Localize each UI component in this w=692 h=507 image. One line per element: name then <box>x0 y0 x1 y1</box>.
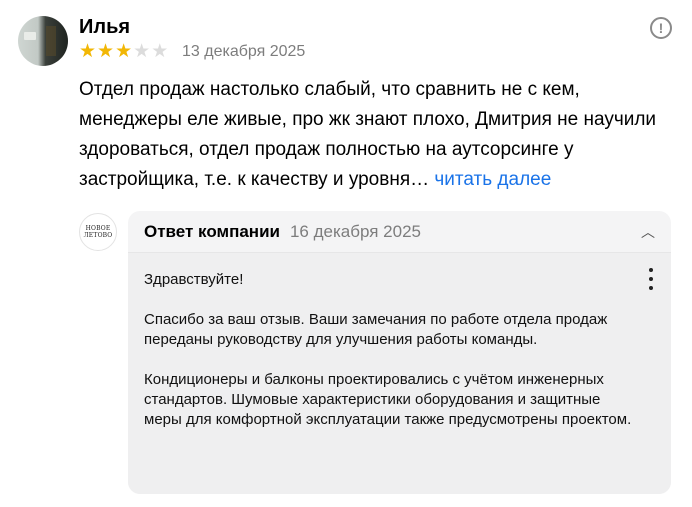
review-date: 13 декабря 2025 <box>182 43 306 60</box>
star-icon: ★ <box>133 41 151 62</box>
reply-paragraph: Спасибо за ваш отзыв. Ваши замечания по … <box>144 311 608 348</box>
author-avatar[interactable] <box>18 16 68 66</box>
star-icon: ★ <box>115 41 133 62</box>
company-reply: Ответ компании 16 декабря 2025 ︿ Здравст… <box>128 211 671 494</box>
chevron-up-icon[interactable]: ︿ <box>639 223 657 241</box>
avatar-sign <box>24 32 36 40</box>
rating-stars: ★ ★ ★ ★ ★ <box>79 42 168 61</box>
report-icon[interactable]: ! <box>650 17 672 39</box>
reply-text: Здравствуйте! Спасибо за ваш отзыв. Ваши… <box>144 270 634 450</box>
reply-date: 16 декабря 2025 <box>289 222 421 241</box>
avatar-shade <box>46 26 56 56</box>
company-logo-text: НОВОЕ ЛЕТОВО <box>83 225 113 239</box>
reply-header[interactable]: Ответ компании 16 декабря 2025 <box>144 222 421 242</box>
read-more-link[interactable]: читать далее <box>434 169 551 190</box>
reply-title: Ответ компании <box>144 222 280 241</box>
reply-body: Здравствуйте! Спасибо за ваш отзыв. Ваши… <box>128 252 671 494</box>
review-text: Отдел продаж настолько слабый, что сравн… <box>79 75 679 195</box>
star-icon: ★ <box>79 41 97 62</box>
review-card: Илья ★ ★ ★ ★ ★ 13 декабря 2025 ! Отдел п… <box>0 0 692 507</box>
reply-greeting: Здравствуйте! <box>144 271 244 288</box>
more-options-icon[interactable] <box>645 268 657 290</box>
review-body: Отдел продаж настолько слабый, что сравн… <box>79 79 657 190</box>
company-logo[interactable]: НОВОЕ ЛЕТОВО <box>79 213 117 251</box>
star-icon: ★ <box>97 41 115 62</box>
star-icon: ★ <box>151 41 169 62</box>
reply-paragraph: Кондиционеры и балконы проектировались с… <box>144 371 632 428</box>
author-name[interactable]: Илья <box>79 16 130 39</box>
